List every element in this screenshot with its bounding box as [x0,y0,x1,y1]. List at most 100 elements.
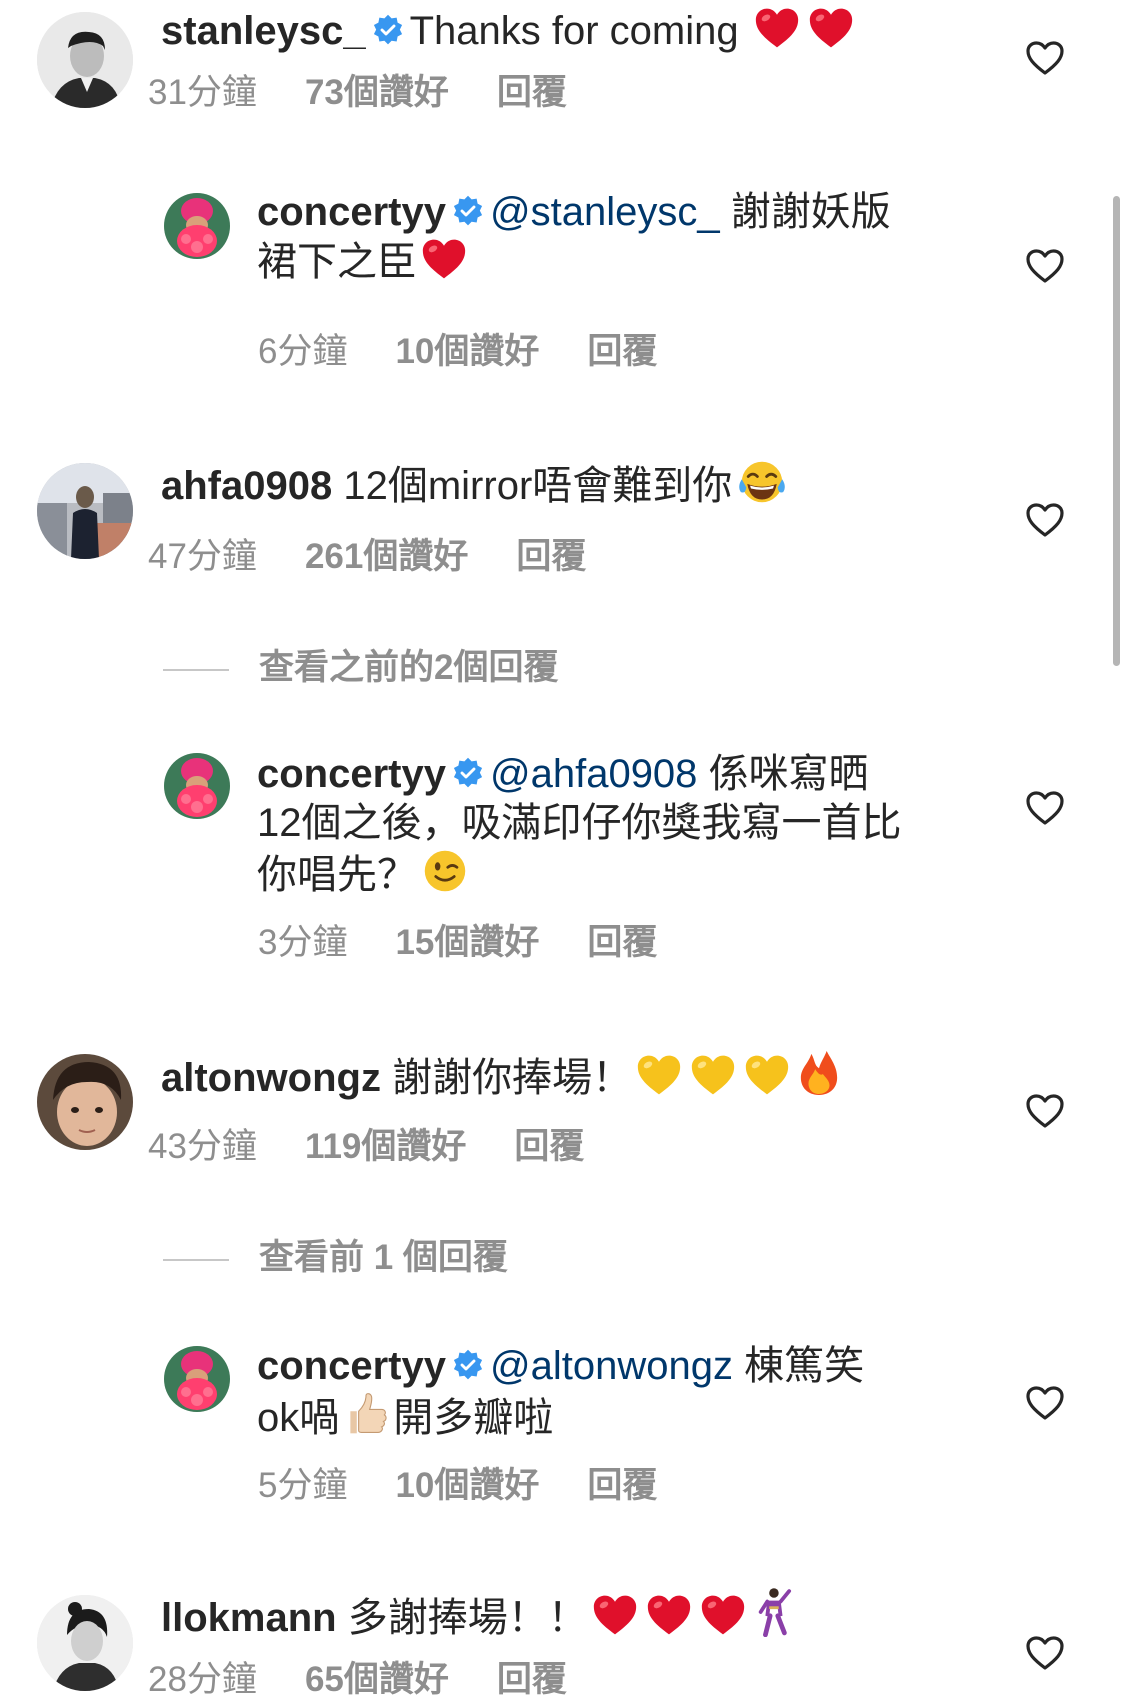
comment-body: llokmann 多謝捧場！！ [161,1587,991,1643]
likes-count[interactable]: 73個讚好 [305,73,449,113]
comment-username[interactable]: altonwongz [161,1056,381,1100]
avatar-image [37,463,133,559]
comment-text: 係咪寫晒 [708,752,869,796]
comment-text: 多謝捧場！！ [347,1596,588,1640]
avatar-image [164,1346,230,1412]
comment-text: 你唱先？ [257,853,417,897]
comment-body: concertyy @altonwongz 棟篤笑 ok喎 開多瓣啦 [257,1342,977,1443]
dancer-emoji-icon [754,1587,792,1637]
scrollbar[interactable] [1113,196,1120,666]
avatar-image [37,1054,133,1150]
divider-line [163,668,229,671]
red-heart-emoji-icon [421,237,467,281]
comment-username[interactable]: llokmann [161,1596,337,1640]
avatar[interactable] [164,753,230,819]
avatar-image [164,193,230,259]
comment-time: 3分鐘 [258,923,348,962]
verified-badge-icon [452,1349,484,1381]
comment-body: stanleysc_ Thanks for coming [161,6,991,56]
comment-time: 28分鐘 [148,1660,257,1699]
mention-link[interactable]: @altonwongz [490,1344,733,1388]
avatar-image [164,753,230,819]
yellow-heart-emoji-icon [744,1053,790,1097]
reply-button[interactable]: 回覆 [587,923,657,963]
likes-count[interactable]: 119個讚好 [305,1127,466,1167]
red-heart-emoji-icon [592,1593,638,1637]
likes-count[interactable]: 65個讚好 [305,1660,449,1700]
reply-button[interactable]: 回覆 [516,537,586,577]
avatar[interactable] [37,12,133,108]
comment-time: 31分鐘 [148,73,257,112]
comment-text: 開多瓣啦 [393,1396,554,1440]
fire-emoji-icon [798,1049,840,1097]
avatar[interactable] [37,1595,133,1691]
comment-body: concertyy @ahfa0908 係咪寫晒 12個之後，吸滿印仔你獎我寫一首… [257,750,977,900]
comment-meta: 6分鐘 10個讚好 回覆 [258,332,657,372]
comment-text: Thanks for coming [409,9,739,53]
verified-badge-icon [372,14,404,46]
comment-username[interactable]: ahfa0908 [161,464,332,508]
view-previous-replies-button[interactable]: 查看前 1 個回覆 [163,1238,508,1278]
like-heart-icon[interactable] [1025,1635,1065,1671]
divider-line [163,1258,229,1261]
avatar[interactable] [164,1346,230,1412]
mention-link[interactable]: @stanleysc_ [490,190,720,234]
reply-button[interactable]: 回覆 [497,1660,567,1700]
avatar[interactable] [164,193,230,259]
comment-text: ok喎 [257,1396,340,1440]
yellow-heart-emoji-icon [636,1053,682,1097]
verified-badge-icon [452,195,484,227]
like-heart-icon[interactable] [1025,40,1065,76]
comment-body: ahfa0908 12個mirror唔會難到你 [161,459,991,511]
reply-button[interactable]: 回覆 [587,1466,657,1506]
like-heart-icon[interactable] [1025,1093,1065,1129]
verified-badge-icon [452,757,484,789]
comment-time: 43分鐘 [148,1127,257,1166]
comment-text: 12個之後，吸滿印仔你獎我寫一首比 [257,801,902,845]
likes-count[interactable]: 15個讚好 [395,923,539,963]
yellow-heart-emoji-icon [690,1053,736,1097]
red-heart-emoji-icon [808,6,854,50]
tears-of-joy-emoji-icon [736,459,788,505]
comment-meta: 28分鐘 65個讚好 回覆 [148,1660,567,1700]
comment-text: 裙下之臣 [257,240,417,284]
like-heart-icon[interactable] [1025,248,1065,284]
comment-time: 47分鐘 [148,537,257,576]
like-heart-icon[interactable] [1025,1385,1065,1421]
winking-face-emoji-icon [421,848,469,894]
comment-meta: 47分鐘 261個讚好 回覆 [148,537,586,577]
avatar[interactable] [37,1054,133,1150]
comment-text: 12個mirror唔會難到你 [343,464,733,508]
likes-count[interactable]: 261個讚好 [305,537,468,577]
comment-username[interactable]: concertyy [257,1344,446,1388]
reply-button[interactable]: 回覆 [514,1127,584,1167]
comment-time: 6分鐘 [258,332,348,371]
like-heart-icon[interactable] [1025,502,1065,538]
comment-time: 5分鐘 [258,1466,348,1505]
comment-text: 謝謝妖版 [730,190,891,234]
comment-username[interactable]: concertyy [257,190,446,234]
comment-body: concertyy @stanleysc_ 謝謝妖版 裙下之臣 [257,188,977,287]
likes-count[interactable]: 10個讚好 [395,1466,539,1506]
comment-username[interactable]: concertyy [257,752,446,796]
comment-body: altonwongz 謝謝你捧場！ [161,1049,991,1103]
reply-button[interactable]: 回覆 [587,332,657,372]
thumbs-up-emoji-icon [343,1391,389,1437]
like-heart-icon[interactable] [1025,790,1065,826]
view-previous-replies-button[interactable]: 查看之前的2個回覆 [163,648,558,688]
avatar[interactable] [37,463,133,559]
avatar-image [37,1595,133,1691]
mention-link[interactable]: @ahfa0908 [490,752,697,796]
reply-button[interactable]: 回覆 [497,73,567,113]
red-heart-emoji-icon [700,1593,746,1637]
comment-meta: 3分鐘 15個讚好 回覆 [258,923,657,963]
comment-text: 謝謝你捧場！ [392,1056,633,1100]
comment-username[interactable]: stanleysc_ [161,9,366,53]
avatar-image [37,12,133,108]
comment-meta: 5分鐘 10個讚好 回覆 [258,1466,657,1506]
likes-count[interactable]: 10個讚好 [395,332,539,372]
red-heart-emoji-icon [646,1593,692,1637]
view-replies-label: 查看之前的2個回覆 [259,648,559,687]
red-heart-emoji-icon [754,6,800,50]
comment-meta: 43分鐘 119個讚好 回覆 [148,1127,584,1167]
